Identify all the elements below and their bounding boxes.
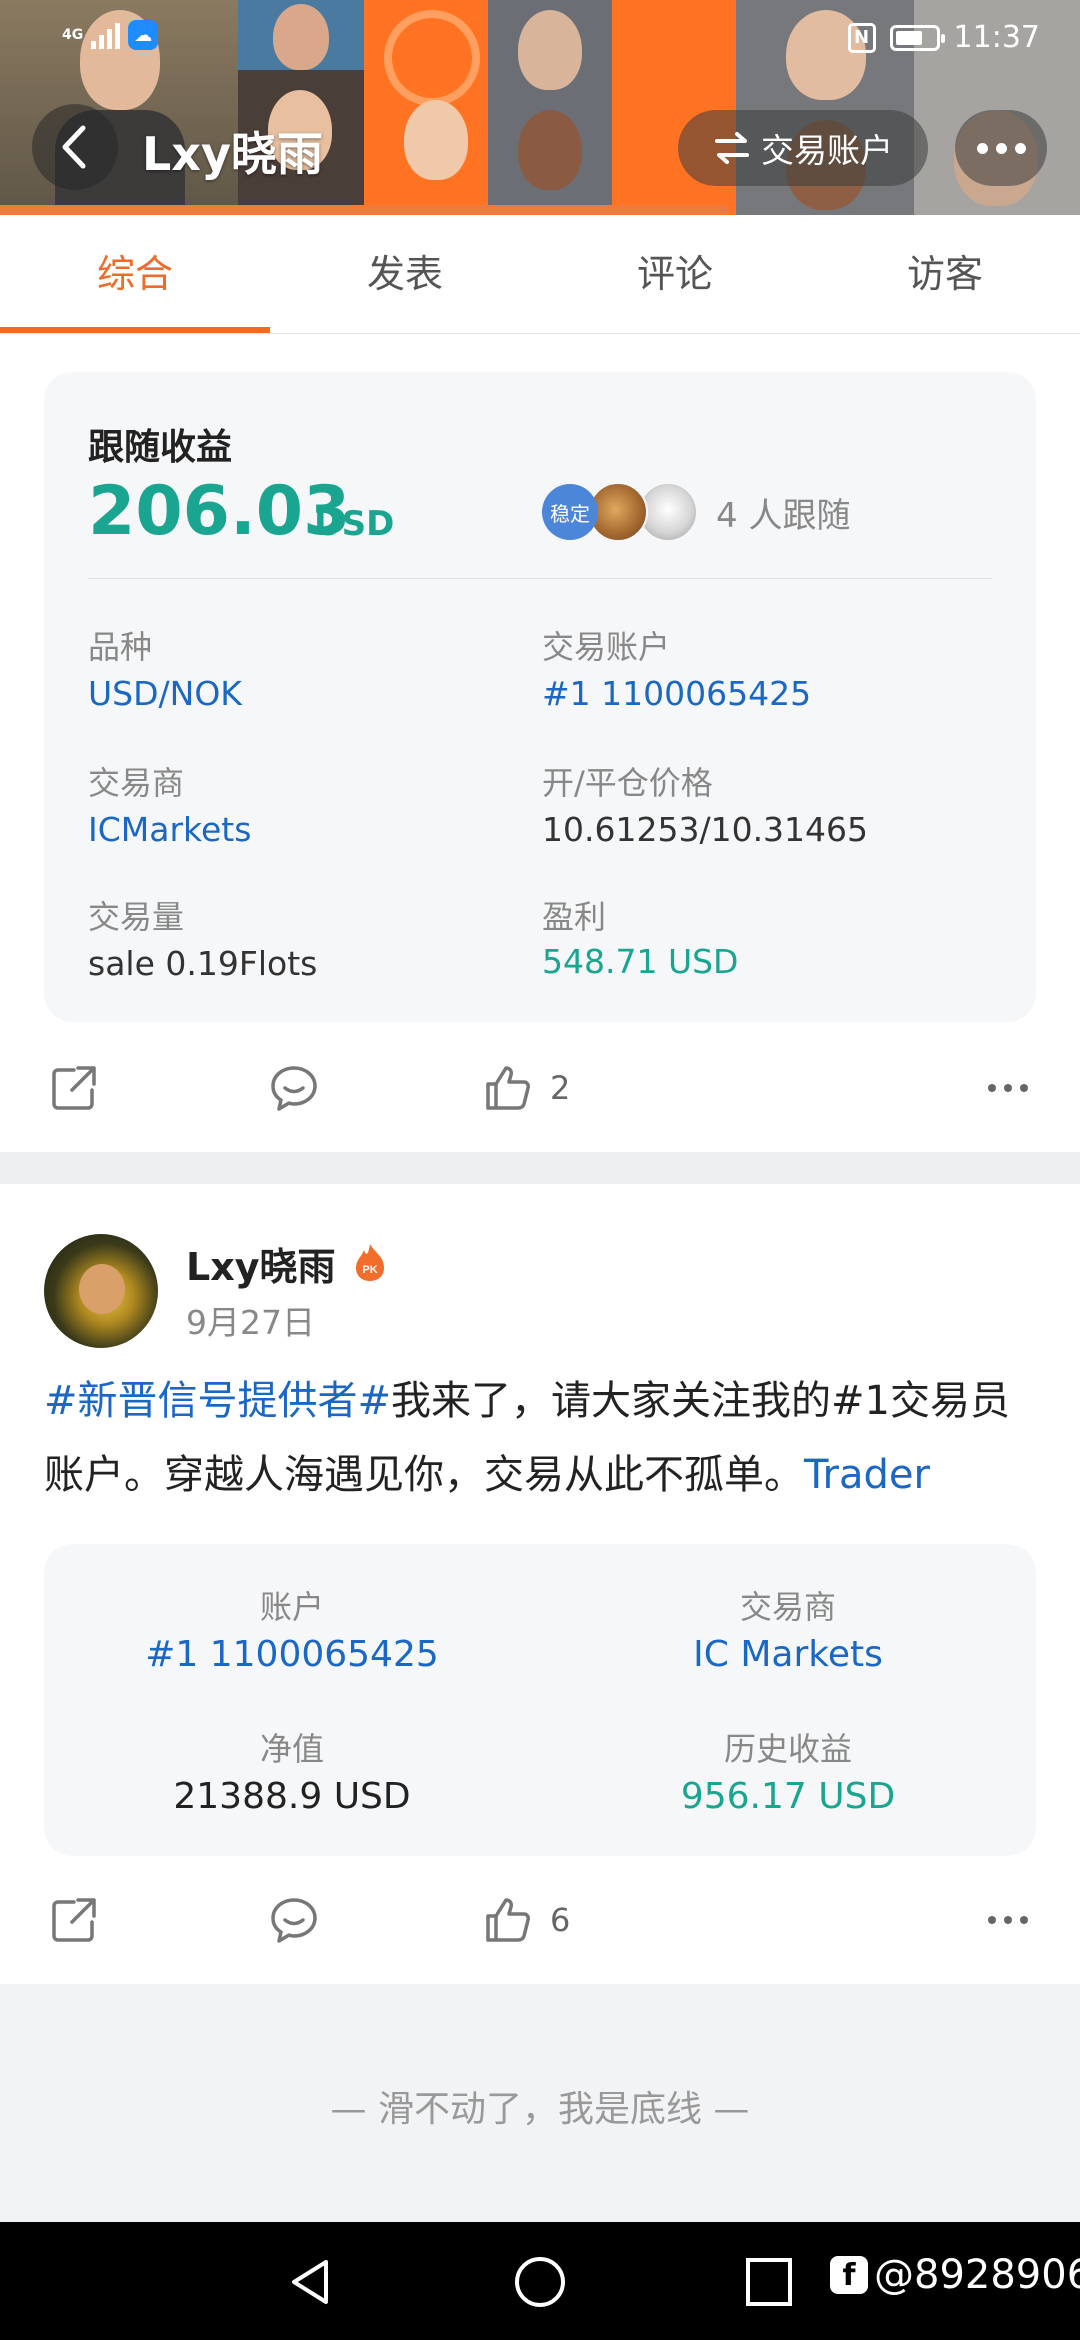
follow-profit-card[interactable]: 跟随收益 206.03 USD 稳定 4 人跟随 品种 USD/NOK 交易账户… [44, 372, 1036, 1022]
like-count: 6 [550, 1901, 571, 1939]
post-more-button[interactable] [982, 1062, 1034, 1114]
tab-overview[interactable]: 综合 [0, 215, 270, 333]
nav-back-icon[interactable] [286, 2256, 336, 2308]
thumbs-up-icon [486, 1066, 530, 1110]
symbol-label: 品种 [88, 628, 153, 666]
symbol-value[interactable]: USD/NOK [88, 674, 242, 713]
comment-button[interactable] [268, 1062, 320, 1114]
more-dot [995, 142, 1007, 154]
avatar-face [79, 1264, 125, 1314]
feed-separator [0, 1152, 1080, 1184]
price-label: 开/平仓价格 [542, 764, 713, 802]
account-cell: 账户 #1 1100065425 [44, 1582, 540, 1675]
tab-posts[interactable]: 发表 [270, 215, 540, 333]
volume-value: sale 0.19Flots [88, 944, 318, 983]
broker-label: 交易商 [88, 764, 185, 802]
broker-cell: 交易商 IC Markets [540, 1582, 1036, 1675]
comment-icon [271, 1898, 317, 1943]
share-button[interactable] [48, 1894, 100, 1946]
like-button[interactable]: 6 [482, 1894, 570, 1946]
profile-tabs: 综合 发表 评论 访客 [0, 215, 1080, 334]
more-options-button[interactable] [955, 110, 1047, 186]
share-button[interactable] [48, 1062, 100, 1114]
watermark-text: @8928906 [874, 2252, 1080, 2298]
cloud-icon: ☁ [128, 20, 159, 50]
equity-label: 净值 [259, 1730, 324, 1768]
post-actions: 6 [0, 1882, 1080, 1972]
avatar[interactable] [44, 1234, 158, 1348]
tab-comments[interactable]: 评论 [540, 215, 810, 333]
post-hashtag[interactable]: #新晋信号提供者# [44, 1378, 391, 1424]
broker-value[interactable]: ICMarkets [88, 810, 251, 849]
share-icon [52, 1066, 96, 1110]
post-actions: 2 [0, 1050, 1080, 1140]
profit-value: 548.71 USD [542, 942, 739, 981]
history-value: 956.17 USD [680, 1776, 896, 1817]
feed-item-trade: 跟随收益 206.03 USD 稳定 4 人跟随 品种 USD/NOK 交易账户… [0, 334, 1080, 1152]
more-dot [976, 142, 988, 154]
history-cell: 历史收益 956.17 USD [540, 1724, 1036, 1817]
nav-recents-icon[interactable] [744, 2256, 794, 2308]
trading-account-label: 交易账户 [761, 131, 893, 170]
account-label: 交易账户 [542, 628, 671, 666]
post-date: 9月27日 [186, 1303, 315, 1342]
account-value[interactable]: #1 1100065425 [44, 1634, 540, 1675]
post-text: #新晋信号提供者#我来了，请大家关注我的#1交易员账户。穿越人海遇见你，交易从此… [44, 1364, 1044, 1512]
more-horizontal-icon [988, 1084, 1028, 1092]
end-of-feed-text: — 滑不动了，我是底线 — [330, 2089, 750, 2130]
followers-count: 4 人跟随 [716, 495, 851, 536]
battery-icon [889, 24, 945, 51]
broker-value[interactable]: IC Markets [540, 1634, 1036, 1675]
stable-badge: 稳定 [542, 484, 598, 540]
thumbs-up-icon [486, 1898, 530, 1942]
equity-cell: 净值 21388.9 USD [44, 1724, 540, 1817]
follow-profit-unit: USD [314, 504, 395, 544]
clock: 11:37 [953, 20, 1040, 55]
banner-accent-strip [0, 205, 728, 215]
followers-group[interactable]: 稳定 4 人跟随 [542, 482, 850, 542]
feed-item-post: Lxy晓雨 PK 9月27日 #新晋信号提供者#我来了，请大家关注我的#1交易员… [0, 1184, 1080, 1984]
card-title: 跟随收益 [88, 427, 233, 468]
nfc-icon: N [847, 22, 876, 53]
share-icon [52, 1898, 96, 1942]
profile-banner: 4G ☁ N 11:37 Lxy晓雨 交易账户 [0, 0, 1080, 215]
more-horizontal-icon [988, 1916, 1028, 1924]
profit-label: 盈利 [542, 898, 607, 936]
post-link[interactable]: Trader [804, 1452, 930, 1498]
pk-fire-icon: PK [356, 1244, 384, 1281]
signal-icon [91, 21, 121, 49]
post-more-button[interactable] [982, 1894, 1034, 1946]
watermark: f @8928906 [830, 2252, 1080, 2298]
chevron-left-icon [62, 125, 86, 169]
divider [88, 578, 992, 579]
price-value: 10.61253/10.31465 [542, 810, 869, 849]
account-summary-card[interactable]: 账户 #1 1100065425 交易商 IC Markets 净值 21388… [44, 1544, 1036, 1856]
history-label: 历史收益 [723, 1730, 852, 1768]
status-bar: 4G ☁ N 11:37 [0, 18, 1080, 58]
volume-label: 交易量 [88, 898, 185, 936]
post-author[interactable]: Lxy晓雨 [186, 1236, 336, 1291]
back-button[interactable] [32, 104, 118, 190]
account-value[interactable]: #1 1100065425 [542, 674, 811, 713]
swap-icon [715, 132, 749, 164]
like-count: 2 [550, 1069, 571, 1107]
svg-text:PK: PK [362, 1264, 377, 1276]
trading-account-button[interactable]: 交易账户 [678, 110, 928, 186]
watermark-logo-icon: f [830, 2256, 868, 2294]
follow-profit-amount: 206.03 [88, 472, 351, 551]
broker-label: 交易商 [739, 1588, 836, 1626]
like-button[interactable]: 2 [482, 1062, 570, 1114]
comment-icon [271, 1066, 317, 1111]
comment-button[interactable] [268, 1894, 320, 1946]
equity-value: 21388.9 USD [173, 1776, 411, 1817]
nav-home-icon[interactable] [512, 2256, 568, 2308]
tab-visitors[interactable]: 访客 [810, 215, 1080, 333]
account-label: 账户 [259, 1588, 324, 1626]
network-type: 4G [62, 27, 84, 43]
more-dot [1014, 142, 1026, 154]
profile-title: Lxy晓雨 [142, 127, 323, 181]
